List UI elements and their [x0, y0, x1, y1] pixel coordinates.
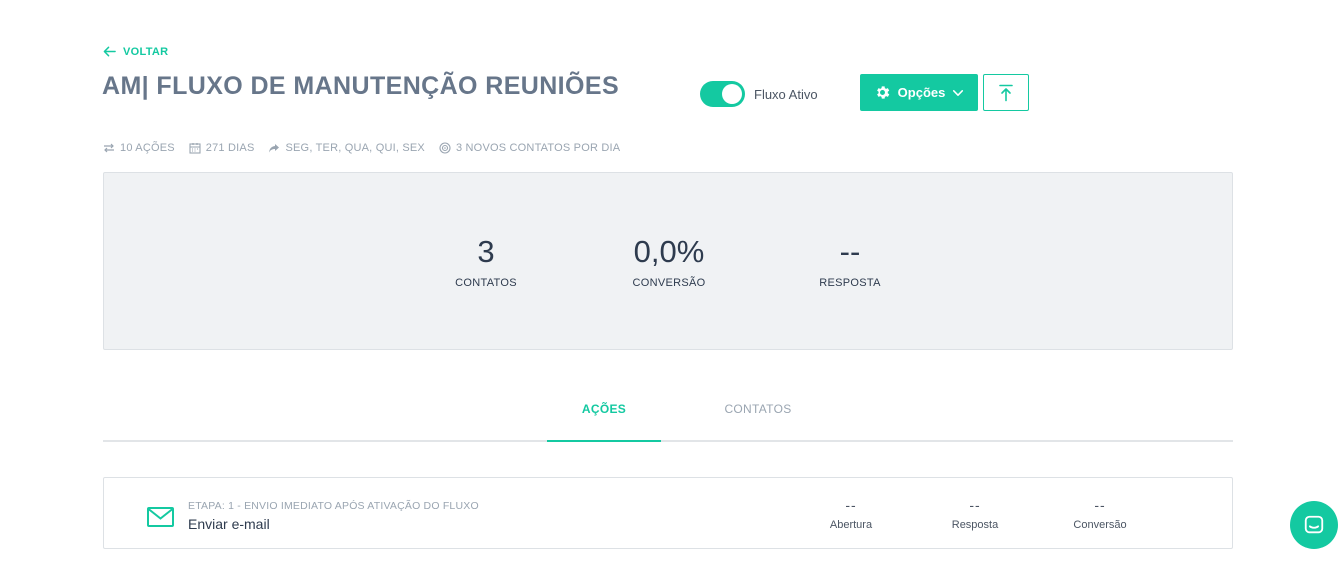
metric-value: --	[969, 497, 981, 513]
stat-label: RESPOSTA	[819, 277, 881, 289]
options-label: Opções	[897, 85, 946, 100]
gear-icon	[876, 86, 889, 99]
flow-active-toggle-group: Fluxo Ativo	[700, 81, 818, 107]
tab-acoes[interactable]: AÇÕES	[547, 402, 661, 442]
target-icon	[439, 142, 451, 154]
metric-abertura: -- Abertura	[806, 497, 896, 531]
metric-label: Abertura	[829, 519, 873, 531]
stat-contatos: 3 CONTATOS	[406, 233, 566, 289]
step-name: Enviar e-mail	[188, 516, 270, 532]
metric-conversao: -- Conversão	[1055, 497, 1145, 531]
mail-icon	[147, 507, 174, 527]
stat-label: CONVERSÃO	[632, 277, 706, 289]
stats-panel: 3 CONTATOS 0,0% CONVERSÃO -- RESPOSTA	[103, 172, 1233, 350]
arrow-left-icon	[103, 46, 116, 57]
chat-icon	[1304, 515, 1324, 534]
calendar-icon	[189, 143, 201, 154]
swap-icon	[104, 143, 114, 153]
stat-label: CONTATOS	[455, 277, 517, 289]
flow-meta: 10 AÇÕES 271 DIAS SEG, TER, QUA, QUI, SE…	[103, 142, 620, 154]
tab-bar: AÇÕES CONTATOS	[103, 385, 1233, 442]
meta-weekdays-text: SEG, TER, QUA, QUI, SEX	[285, 142, 425, 154]
flow-active-toggle[interactable]	[700, 81, 745, 107]
metric-resposta: -- Resposta	[930, 497, 1020, 531]
toggle-knob	[722, 84, 742, 104]
chevron-down-icon	[953, 89, 964, 96]
share-arrow-icon	[269, 144, 280, 153]
flow-active-label: Fluxo Ativo	[754, 86, 818, 102]
meta-days: 271 DIAS	[189, 142, 255, 154]
metric-value: --	[1094, 497, 1106, 513]
tab-contatos[interactable]: CONTATOS	[703, 402, 813, 416]
export-button[interactable]	[983, 74, 1029, 111]
metric-label: Resposta	[951, 519, 999, 531]
meta-actions-text: 10 AÇÕES	[120, 142, 175, 154]
options-button[interactable]: Opções	[860, 74, 978, 111]
meta-weekdays: SEG, TER, QUA, QUI, SEX	[268, 142, 425, 154]
meta-new-contacts-text: 3 NOVOS CONTATOS POR DIA	[455, 142, 621, 154]
step-card[interactable]: ETAPA: 1 - ENVIO IMEDIATO APÓS ATIVAÇÃO …	[103, 477, 1233, 549]
meta-actions: 10 AÇÕES	[103, 142, 175, 154]
chat-launcher-button[interactable]	[1290, 501, 1338, 549]
metric-value: --	[845, 497, 857, 513]
metric-label: Conversão	[1073, 519, 1127, 531]
back-link[interactable]: VOLTAR	[103, 45, 168, 58]
meta-new-contacts: 3 NOVOS CONTATOS POR DIA	[439, 142, 620, 154]
stat-conversao: 0,0% CONVERSÃO	[589, 233, 749, 289]
stat-value: 0,0%	[633, 234, 705, 269]
stat-value: 3	[477, 234, 495, 269]
upload-icon	[999, 84, 1013, 101]
back-label: VOLTAR	[123, 45, 169, 58]
step-etapa: ETAPA: 1 - ENVIO IMEDIATO APÓS ATIVAÇÃO …	[188, 500, 479, 512]
meta-days-text: 271 DIAS	[205, 142, 255, 154]
stat-resposta: -- RESPOSTA	[770, 233, 930, 289]
page-title: AM| FLUXO DE MANUTENÇÃO REUNIÕES	[102, 72, 620, 100]
stat-value: --	[839, 234, 861, 269]
